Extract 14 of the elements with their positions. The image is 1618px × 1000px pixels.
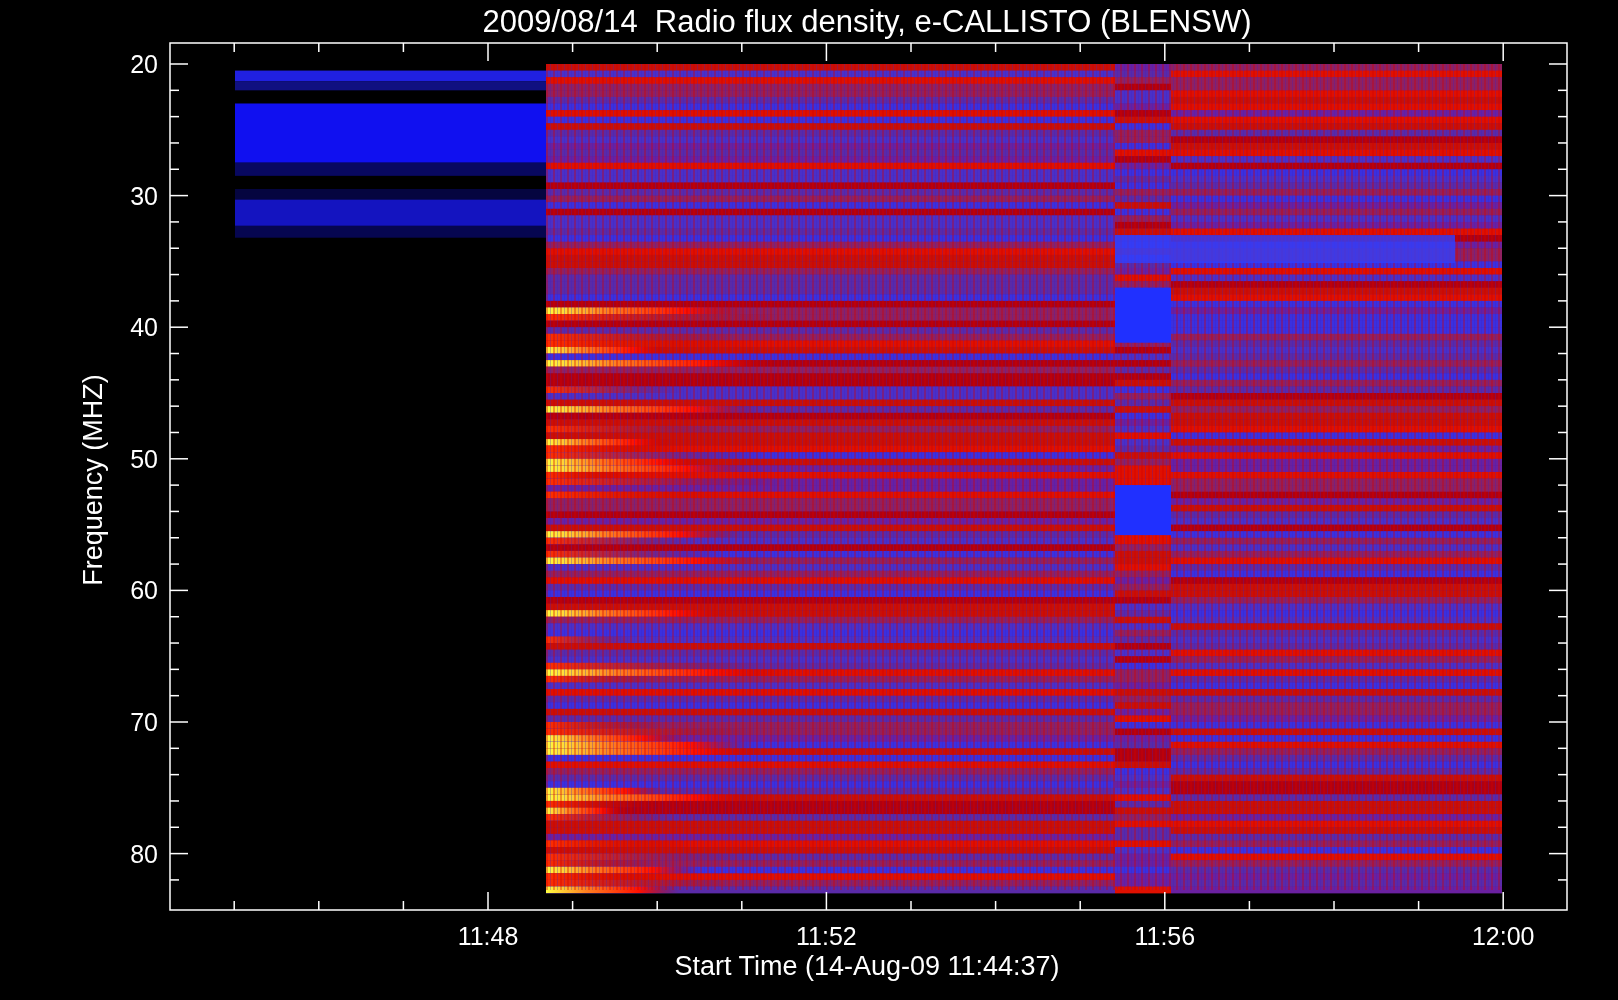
plot-title: 2009/08/14 Radio flux density, e-CALLISTO (BLENSW) xyxy=(482,4,1252,39)
tick-label: 20 xyxy=(130,50,158,78)
tick-label: 80 xyxy=(130,839,158,868)
tick-label: 11:48 xyxy=(457,922,519,950)
axis-label: Frequency (MHZ) xyxy=(78,374,108,586)
tick-label: 11:56 xyxy=(1134,922,1196,950)
tick-label: 50 xyxy=(130,444,158,473)
tick-label: 70 xyxy=(130,708,158,736)
tick-label: 60 xyxy=(130,576,158,605)
tick-label: 12:00 xyxy=(1471,922,1535,950)
axis-label: Start Time (14-Aug-09 11:44:37) xyxy=(674,951,1060,981)
tick-label: 30 xyxy=(130,181,158,210)
tick-label: 40 xyxy=(130,313,158,342)
tick-label: 11:52 xyxy=(796,922,857,950)
